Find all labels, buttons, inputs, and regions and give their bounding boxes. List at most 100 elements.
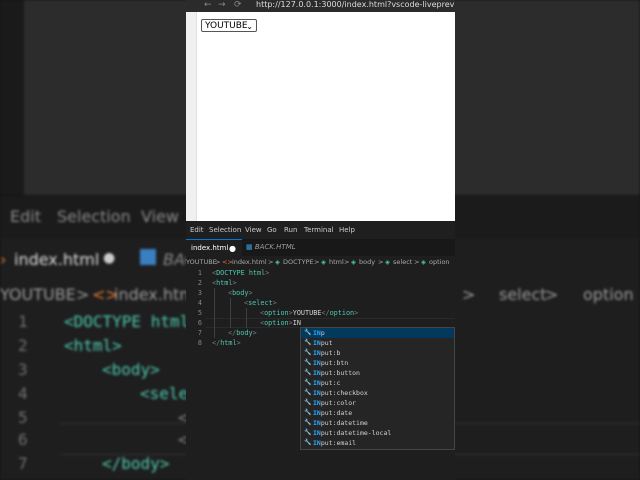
match-highlight: IN: [313, 419, 321, 427]
wrench-icon: 🔧: [304, 379, 312, 386]
tab-label: BACK.HTML: [254, 243, 296, 251]
suggestion-item[interactable]: 🔧 INput:datetime-local: [301, 428, 454, 438]
code-text: <DOCTYPE html>: [212, 268, 269, 278]
live-preview-pane: ← → ⟳ http://127.0.0.1:3000/index.html?v…: [186, 0, 455, 221]
tag-bracket: >: [252, 329, 257, 337]
tag-name: body: [232, 289, 249, 297]
tag-bracket: >: [272, 299, 277, 307]
bg-line-number: 3: [18, 360, 28, 379]
line-number: 2: [197, 279, 202, 287]
bg-bread-option: option: [583, 285, 634, 304]
wrench-icon: 🔧: [304, 439, 312, 446]
menu-edit[interactable]: Edit: [190, 226, 204, 234]
bg-left-bar: [0, 0, 24, 195]
suggestion-label: INput:b: [313, 348, 340, 358]
element-icon: ◈: [321, 258, 326, 266]
suggestion-item[interactable]: 🔧 INput:button: [301, 368, 454, 378]
code-line[interactable]: 5 <option>YOUTUBE</option>: [186, 308, 455, 318]
tag-name: html: [216, 279, 233, 287]
breadcrumb-body[interactable]: body: [359, 256, 375, 268]
url-field[interactable]: http://127.0.0.1:3000/index.html?vscode-…: [256, 0, 455, 10]
autocomplete-popup: 🔧 INp 🔧 INput 🔧 INput:b 🔧 INput:btn 🔧 INput:butto…: [300, 327, 455, 450]
breadcrumb-select[interactable]: select: [393, 256, 412, 268]
menu-view[interactable]: View: [245, 226, 262, 234]
suggestion-item[interactable]: 🔧 INput:checkbox: [301, 388, 454, 398]
breadcrumb-root[interactable]: YOUTUBE: [186, 256, 217, 268]
suggestion-item[interactable]: 🔧 INp: [301, 328, 454, 338]
element-icon: ◈: [351, 258, 356, 266]
line-number: 3: [197, 289, 202, 297]
bg-tab-label: index.html: [14, 250, 100, 269]
suggestion-item[interactable]: 🔧 INput:b: [301, 348, 454, 358]
suggestion-rest: p: [320, 329, 325, 337]
bg-line-number: 5: [18, 408, 28, 427]
bg-line-number: 1: [18, 312, 28, 331]
wrench-icon: 🔧: [304, 339, 312, 346]
suggestion-label: INput:button: [313, 368, 360, 378]
code-line[interactable]: 1 <DOCTYPE html>: [186, 268, 455, 278]
suggestion-label: INput:datetime: [313, 418, 368, 428]
code-line[interactable]: 2 <html>: [186, 278, 455, 288]
unsaved-dot-icon[interactable]: ●: [229, 240, 236, 257]
youtube-select[interactable]: YOUTUBE ⌄: [201, 19, 257, 32]
suggestion-rest: put:b: [320, 349, 341, 357]
suggestion-label: INput:date: [313, 408, 352, 418]
suggestion-item[interactable]: 🔧 INput:color: [301, 398, 454, 408]
breadcrumb: YOUTUBE > <> index.html > ◈ DOCTYPE > ◈ …: [186, 256, 455, 268]
menu-terminal[interactable]: Terminal: [304, 226, 334, 234]
suggestion-rest: put: [320, 339, 333, 347]
code-line[interactable]: 4 <select>: [186, 298, 455, 308]
element-icon: ◈: [421, 258, 426, 266]
code-text: <option>IN: [260, 318, 301, 328]
tab-back-html[interactable]: ▦ BACK.HTML: [242, 239, 306, 256]
bg-windows-icon: [140, 249, 156, 265]
suggestion-item[interactable]: 🔧 INput:email: [301, 438, 454, 448]
bg-menu-item: Edit: [10, 207, 41, 226]
match-highlight: IN: [313, 369, 321, 377]
suggestion-item[interactable]: 🔧 INput:c: [301, 378, 454, 388]
tab-index-html[interactable]: index.html ●: [186, 239, 242, 256]
wrench-icon: 🔧: [304, 409, 312, 416]
menu-run[interactable]: Run: [284, 226, 297, 234]
breadcrumb-file[interactable]: index.html: [232, 256, 267, 268]
suggestion-item[interactable]: 🔧 INput:datetime: [301, 418, 454, 428]
bg-html-icon: ›: [0, 250, 7, 269]
refresh-icon[interactable]: ⟳: [234, 0, 242, 10]
chevron-down-icon: ⌄: [246, 22, 253, 31]
bg-line-number: 2: [18, 336, 28, 355]
preview-gutter: [186, 12, 197, 221]
breadcrumb-doctype[interactable]: DOCTYPE: [283, 256, 314, 268]
suggestion-label: INput: [313, 338, 333, 348]
match-highlight: IN: [313, 359, 321, 367]
line-number: 7: [197, 329, 202, 337]
code-line[interactable]: 3 <body>: [186, 288, 455, 298]
suggestion-rest: put:color: [320, 399, 357, 407]
suggestion-item[interactable]: 🔧 INput:date: [301, 408, 454, 418]
tabbar: index.html ● ▦ BACK.HTML: [186, 239, 455, 256]
breadcrumb-sep: >: [314, 258, 320, 266]
breadcrumb-html[interactable]: html: [329, 256, 344, 268]
tag-bracket: >: [248, 289, 253, 297]
breadcrumb-sep: >: [414, 258, 420, 266]
bg-code-line: <sele: [140, 384, 189, 403]
breadcrumb-option[interactable]: option: [429, 256, 450, 268]
tag-bracket: >: [265, 269, 270, 277]
wrench-icon: 🔧: [304, 349, 312, 356]
suggestion-item[interactable]: 🔧 INput:btn: [301, 358, 454, 368]
menu-go[interactable]: Go: [267, 226, 277, 234]
bg-line-number: 4: [18, 384, 28, 403]
wrench-icon: 🔧: [304, 369, 312, 376]
forward-arrow-icon[interactable]: →: [218, 0, 226, 10]
element-icon: ◈: [385, 258, 390, 266]
menu-selection[interactable]: Selection: [209, 226, 241, 234]
match-highlight: IN: [313, 349, 321, 357]
suggestion-rest: put:date: [320, 409, 353, 417]
wrench-icon: 🔧: [304, 399, 312, 406]
suggestion-item[interactable]: 🔧 INput: [301, 338, 454, 348]
match-highlight: IN: [313, 389, 321, 397]
menu-help[interactable]: Help: [339, 226, 355, 234]
back-arrow-icon[interactable]: ←: [204, 0, 212, 10]
element-icon: ◈: [275, 258, 280, 266]
match-highlight: IN: [313, 399, 321, 407]
suggestion-rest: put:button: [320, 369, 360, 377]
